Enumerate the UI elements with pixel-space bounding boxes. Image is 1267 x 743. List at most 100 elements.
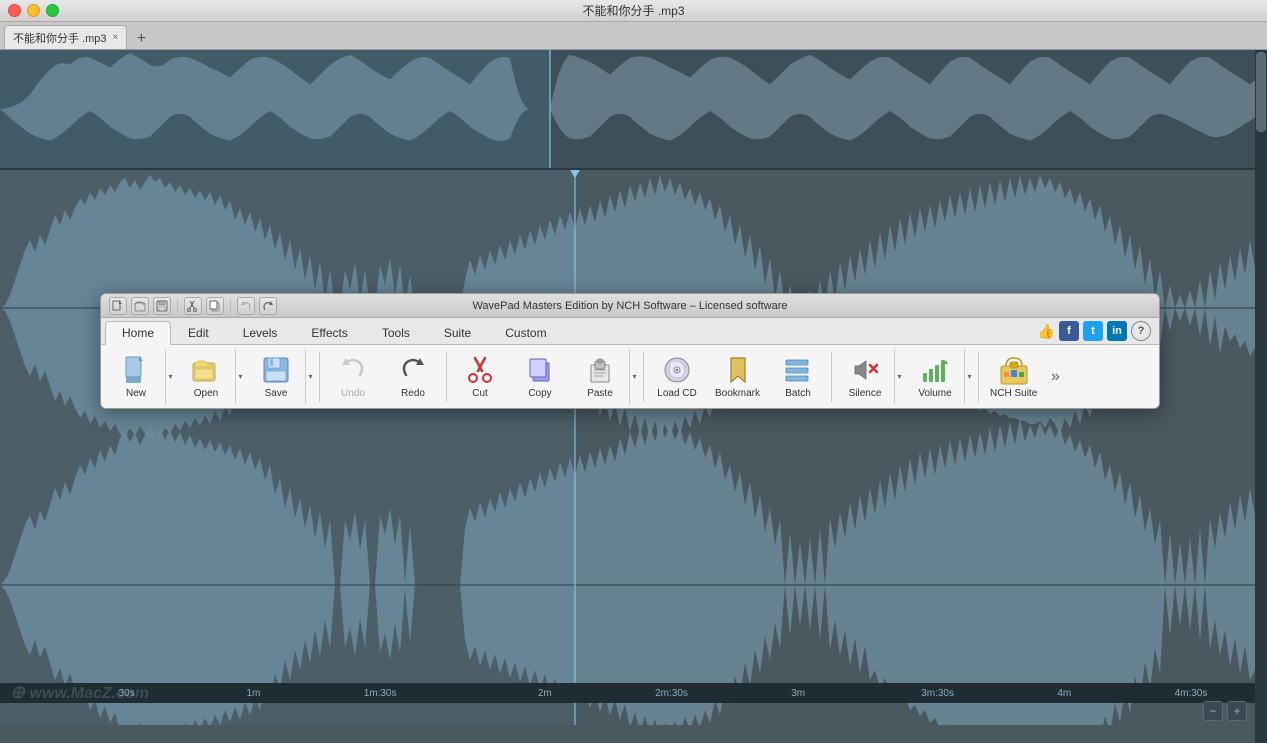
volume-icon <box>919 354 951 386</box>
new-tool-group: New ▾ <box>107 349 175 404</box>
volume-tool-group: Volume ▾ <box>906 349 974 404</box>
copy-icon <box>524 354 556 386</box>
paste-button[interactable]: Paste <box>571 349 629 404</box>
silence-arrow[interactable]: ▾ <box>894 349 904 404</box>
help-button[interactable]: ? <box>1131 321 1151 341</box>
cut-label: Cut <box>472 388 488 399</box>
separator-3 <box>643 352 644 402</box>
toolbar-redo-icon[interactable] <box>259 297 277 315</box>
cut-button[interactable]: Cut <box>451 349 509 404</box>
new-icon <box>120 354 152 386</box>
tab-suite[interactable]: Suite <box>427 321 488 344</box>
save-button[interactable]: Save <box>247 349 305 404</box>
tab-custom[interactable]: Custom <box>488 321 563 344</box>
minimize-button[interactable] <box>27 4 40 17</box>
open-icon <box>190 354 222 386</box>
toolbar-content: New ▾ Open ▾ <box>101 345 1159 408</box>
timeline-label-2m: 2m <box>538 688 552 699</box>
save-label: Save <box>265 388 288 399</box>
like-button[interactable]: 👍 <box>1038 323 1055 340</box>
bookmark-button[interactable]: Bookmark <box>708 349 767 404</box>
scrollbar[interactable] <box>1255 50 1267 743</box>
window-controls <box>8 4 59 17</box>
toolbar-cut-icon[interactable] <box>184 297 202 315</box>
zoom-out-button[interactable]: − <box>1203 701 1223 721</box>
cut-icon <box>464 354 496 386</box>
menu-tabs: Home Edit Levels Effects Tools Suite Cus… <box>101 318 1159 345</box>
toolbar-paste-icon[interactable] <box>206 297 224 315</box>
undo-label: Undo <box>341 388 365 399</box>
toolbar-titlebar: WavePad Masters Edition by NCH Software … <box>101 294 1159 318</box>
zoom-out-icon: − <box>1209 704 1216 718</box>
new-button[interactable]: New <box>107 349 165 404</box>
nch-suite-button[interactable]: NCH Suite <box>983 349 1044 404</box>
scrollbar-thumb[interactable] <box>1256 52 1266 132</box>
toolbar-undo-icon[interactable] <box>237 297 255 315</box>
toolbar-title: WavePad Masters Edition by NCH Software … <box>472 300 787 312</box>
paste-arrow[interactable]: ▾ <box>629 349 639 404</box>
close-tab-button[interactable]: × <box>113 32 119 43</box>
redo-label: Redo <box>401 388 425 399</box>
load-cd-label: Load CD <box>657 388 696 399</box>
file-tab[interactable]: 不能和你分手 .mp3 × <box>4 25 127 49</box>
timeline-label-1m: 1m <box>246 688 260 699</box>
silence-label: Silence <box>849 388 882 399</box>
tab-tools[interactable]: Tools <box>365 321 427 344</box>
zoom-controls: − + <box>1203 701 1247 721</box>
new-arrow[interactable]: ▾ <box>165 349 175 404</box>
load-cd-icon <box>661 354 693 386</box>
nch-suite-label: NCH Suite <box>990 388 1037 399</box>
linkedin-button[interactable]: in <box>1107 321 1127 341</box>
redo-icon <box>397 354 429 386</box>
new-label: New <box>126 388 146 399</box>
volume-button[interactable]: Volume <box>906 349 964 404</box>
twitter-button[interactable]: t <box>1083 321 1103 341</box>
toolbar-new-icon[interactable] <box>109 297 127 315</box>
waveform-overview[interactable] <box>0 50 1267 170</box>
main-waveform-svg <box>0 170 1267 725</box>
timeline-bar: 30s 1m 1m:30s 2m 2m:30s 3m 3m:30s 4m 4m:… <box>0 683 1267 703</box>
facebook-button[interactable]: f <box>1059 321 1079 341</box>
zoom-in-button[interactable]: + <box>1227 701 1247 721</box>
timeline-label-4m: 4m <box>1057 688 1071 699</box>
load-cd-button[interactable]: Load CD <box>648 349 706 404</box>
toolbar-title-left <box>109 297 277 315</box>
waveform-main[interactable]: 30s 1m 1m:30s 2m 2m:30s 3m 3m:30s 4m 4m:… <box>0 170 1267 725</box>
toolbar-save-icon[interactable] <box>153 297 171 315</box>
save-arrow[interactable]: ▾ <box>305 349 315 404</box>
timeline-label-3m: 3m <box>791 688 805 699</box>
paste-tool-group: Paste ▾ <box>571 349 639 404</box>
redo-button[interactable]: Redo <box>384 349 442 404</box>
batch-label: Batch <box>785 388 811 399</box>
more-tools-button[interactable]: » <box>1048 352 1062 402</box>
open-tool-group: Open ▾ <box>177 349 245 404</box>
volume-label: Volume <box>918 388 951 399</box>
save-tool-group: Save ▾ <box>247 349 315 404</box>
copy-label: Copy <box>528 388 551 399</box>
close-button[interactable] <box>8 4 21 17</box>
paste-icon <box>584 354 616 386</box>
silence-tool-group: Silence ▾ <box>836 349 904 404</box>
overview-waveform-svg <box>0 50 1267 168</box>
separator-5 <box>978 352 979 402</box>
batch-button[interactable]: Batch <box>769 349 827 404</box>
undo-icon <box>337 354 369 386</box>
separator-4 <box>831 352 832 402</box>
add-tab-button[interactable]: + <box>131 29 151 49</box>
tab-edit[interactable]: Edit <box>171 321 226 344</box>
toolbar-open-icon[interactable] <box>131 297 149 315</box>
timeline-label-4m30s: 4m:30s <box>1175 688 1208 699</box>
open-arrow[interactable]: ▾ <box>235 349 245 404</box>
silence-button[interactable]: Silence <box>836 349 894 404</box>
timeline-label-2m30s: 2m:30s <box>655 688 688 699</box>
open-button[interactable]: Open <box>177 349 235 404</box>
maximize-button[interactable] <box>46 4 59 17</box>
tab-home[interactable]: Home <box>105 321 171 345</box>
volume-arrow[interactable]: ▾ <box>964 349 974 404</box>
copy-button[interactable]: Copy <box>511 349 569 404</box>
undo-button[interactable]: Undo <box>324 349 382 404</box>
tab-levels[interactable]: Levels <box>226 321 295 344</box>
bookmark-label: Bookmark <box>715 388 760 399</box>
tab-effects[interactable]: Effects <box>294 321 364 344</box>
timeline-label-3m30s: 3m:30s <box>921 688 954 699</box>
